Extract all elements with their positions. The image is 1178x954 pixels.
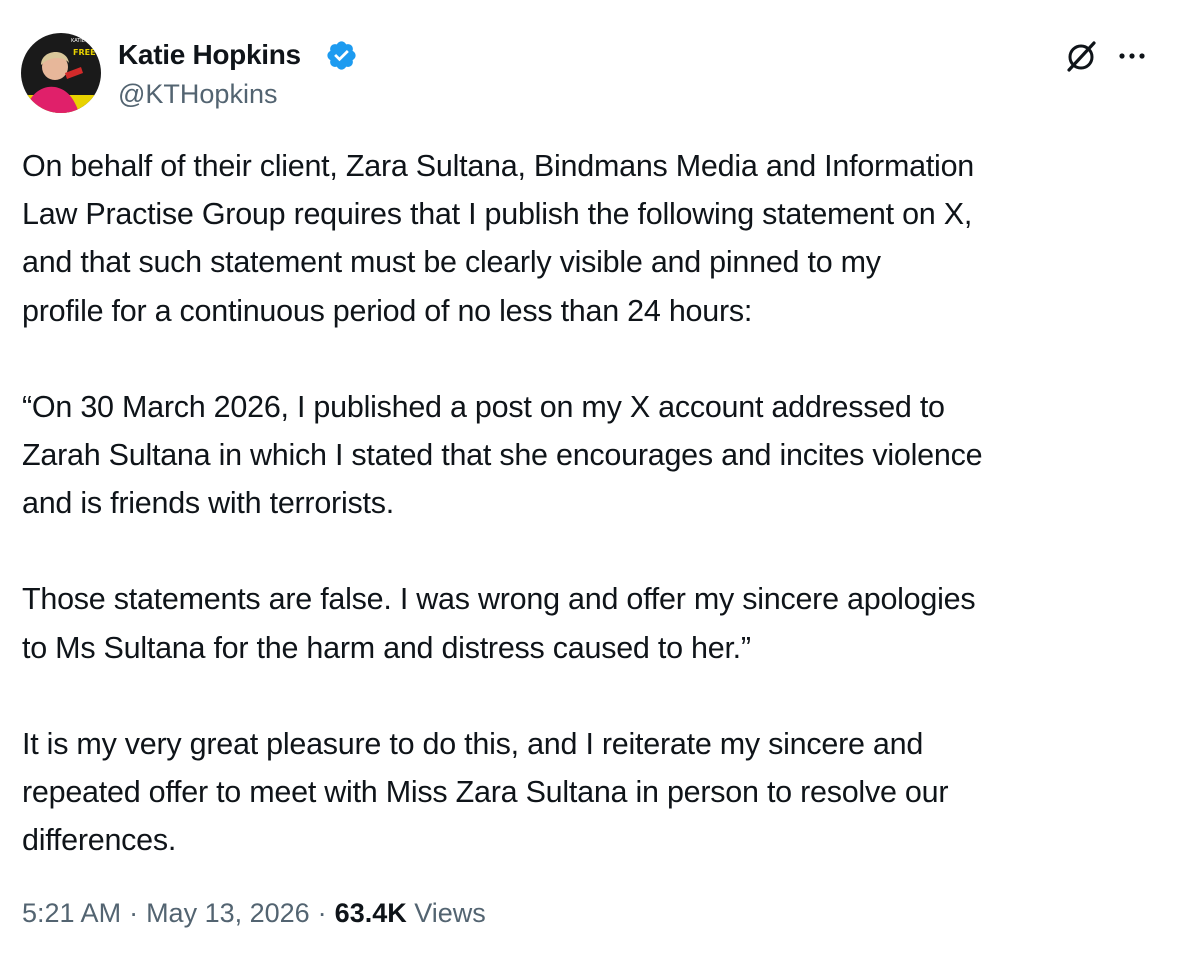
post-paragraph: On behalf of their client, Zara Sultana,…: [22, 149, 975, 328]
more-icon: [1119, 53, 1145, 59]
author-handle[interactable]: @KTHopkins: [118, 77, 277, 111]
post-paragraph: It is my very great pleasure to do this,…: [22, 726, 949, 858]
post-time: 5:21 AM: [22, 898, 122, 928]
views-label: Views: [414, 898, 486, 928]
author-display-name[interactable]: Katie Hopkins: [118, 38, 301, 72]
more-options-button[interactable]: [1112, 41, 1152, 71]
post-paragraph: “On 30 March 2026, I published a post on…: [22, 389, 983, 521]
tweet-card: KATIE HO FREE RANGE Katie Hopkins @KTHop…: [0, 0, 1178, 954]
meta-separator: ·: [317, 898, 327, 928]
post-meta: 5:21 AM · May 13, 2026 · 63.4K Views: [22, 895, 486, 931]
verified-badge-icon: [327, 41, 356, 70]
post-date: May 13, 2026: [146, 898, 310, 928]
grok-icon: [1067, 41, 1096, 72]
meta-separator: ·: [129, 898, 139, 928]
avatar-text-main: FREE RANGE: [73, 48, 101, 57]
post-paragraph: Those statements are false. I was wrong …: [22, 582, 976, 665]
avatar[interactable]: KATIE HO FREE RANGE: [21, 33, 101, 113]
views-count: 63.4K: [334, 898, 407, 928]
post-timestamp[interactable]: 5:21 AM · May 13, 2026: [22, 898, 310, 928]
avatar-photo: KATIE HO FREE RANGE: [21, 33, 101, 113]
grok-button[interactable]: [1061, 37, 1101, 77]
post-text: On behalf of their client, Zara Sultana,…: [22, 142, 1162, 864]
avatar-text-top: KATIE HO: [71, 38, 94, 44]
views-link[interactable]: 63.4K Views: [335, 898, 486, 928]
